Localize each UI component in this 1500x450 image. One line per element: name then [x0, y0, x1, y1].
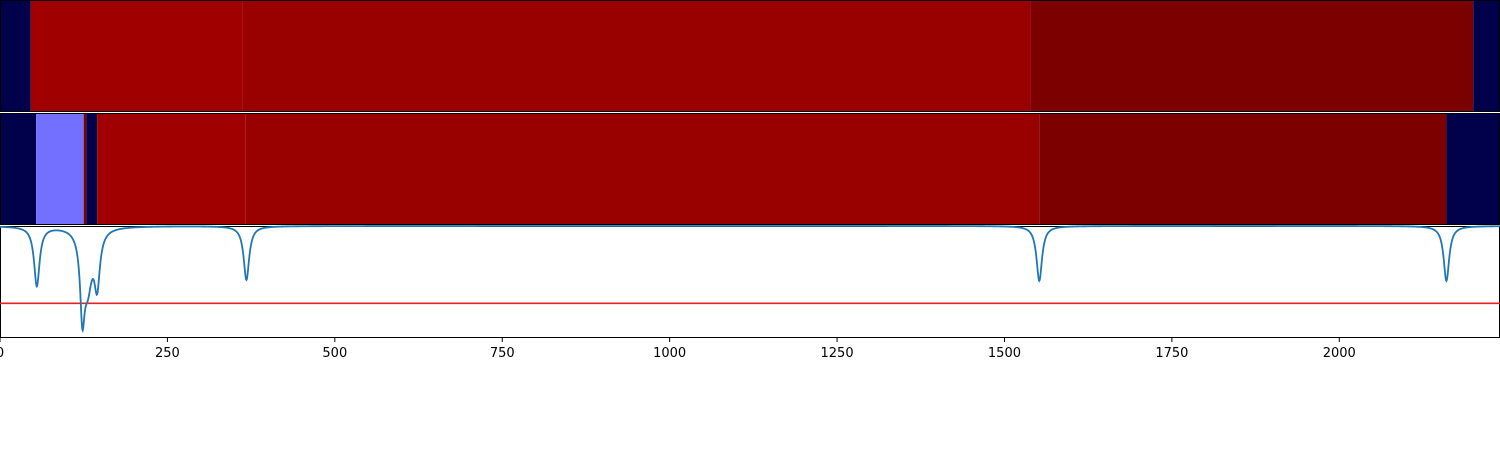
bottom-strip-segment-1	[36, 113, 84, 225]
top-strip-segment-2	[242, 0, 1031, 112]
bottom-strip-segment-0	[0, 113, 37, 225]
bottom-heatmap-strip	[0, 113, 1500, 225]
x-tick-label-750: 750	[490, 346, 515, 361]
x-tick-label-1500: 1500	[988, 346, 1021, 361]
x-tick-label-500: 500	[322, 346, 347, 361]
bottom-strip-segment-5	[245, 113, 1040, 225]
bottom-strip-segment-6	[1039, 113, 1447, 225]
line-panel	[0, 225, 1500, 338]
bottom-strip-segment-3	[86, 113, 98, 225]
x-tick-label-1750: 1750	[1155, 346, 1188, 361]
line-panel-frame	[0, 226, 1500, 338]
bottom-strip-segment-7	[1446, 113, 1500, 225]
chart: 0 250 500 750 1000 1250 1500 1750 2000	[0, 0, 1500, 361]
top-strip-segment-0	[0, 0, 31, 112]
x-tick-label-1000: 1000	[653, 346, 686, 361]
x-axis: 0 250 500 750 1000 1250 1500 1750 2000	[0, 338, 1356, 361]
top-strip-segment-1	[30, 0, 243, 112]
bottom-strip-segment-2	[83, 113, 87, 225]
x-tick-label-1250: 1250	[821, 346, 854, 361]
top-heatmap-strip	[0, 0, 1500, 112]
x-tick-label-250: 250	[155, 346, 180, 361]
bottom-strip-segment-4	[97, 113, 246, 225]
x-tick-label-2000: 2000	[1323, 346, 1356, 361]
x-tick-label-0: 0	[0, 346, 4, 361]
top-strip-segment-4	[1473, 0, 1500, 112]
top-strip-segment-3	[1030, 0, 1474, 112]
